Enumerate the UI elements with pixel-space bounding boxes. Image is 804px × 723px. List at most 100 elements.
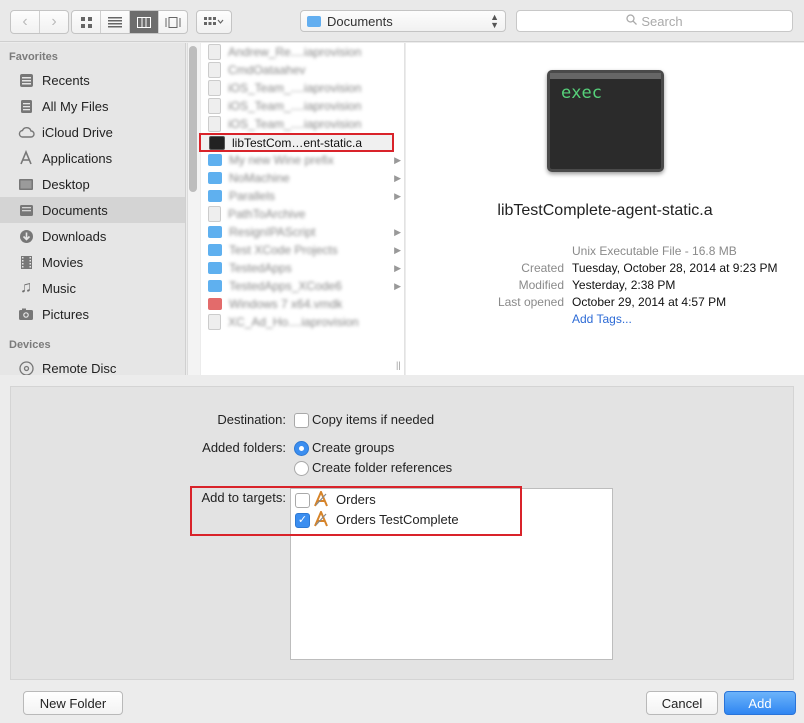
search-field[interactable]: Search xyxy=(516,10,793,32)
sidebar-item-label: iCloud Drive xyxy=(42,124,113,140)
nav-buttons: ‹ › xyxy=(10,10,69,34)
last-opened-label: Last opened xyxy=(497,295,564,309)
sidebar-item-label: Desktop xyxy=(42,176,90,192)
documents-icon xyxy=(17,202,35,218)
chevron-right-icon: › xyxy=(51,13,57,30)
desktop-icon xyxy=(17,176,35,192)
column-view-button[interactable] xyxy=(130,11,159,33)
sidebar-item-all-my-files[interactable]: All My Files xyxy=(0,93,185,119)
copy-items-checkbox[interactable] xyxy=(294,413,309,428)
targets-highlight-box xyxy=(190,486,522,536)
create-groups-label: Create groups xyxy=(312,440,395,455)
exec-file-icon: exec xyxy=(547,70,664,172)
column-resize-handle[interactable]: || xyxy=(396,360,401,370)
file-row[interactable]: Parallels ▶ xyxy=(201,187,401,205)
devices-heading: Devices xyxy=(9,339,51,351)
chevron-right-icon: ▶ xyxy=(394,154,401,165)
chevron-left-icon: ‹ xyxy=(22,13,28,30)
document-icon xyxy=(208,206,221,222)
new-folder-button[interactable]: New Folder xyxy=(23,691,123,715)
sidebar-item-label: Remote Disc xyxy=(42,360,117,376)
downloads-icon xyxy=(17,228,35,244)
file-row[interactable]: Test XCode Projects ▶ xyxy=(201,241,401,259)
sidebar-item-label: Applications xyxy=(42,150,113,166)
back-button[interactable]: ‹ xyxy=(11,11,40,33)
sidebar-item-label: Music xyxy=(42,280,76,296)
preview-file-name: libTestComplete-agent-static.a xyxy=(497,202,713,219)
sidebar-item-music[interactable]: ♫ Music xyxy=(0,275,185,301)
icon-view-icon xyxy=(80,16,92,28)
sidebar-item-applications[interactable]: Applications xyxy=(0,145,185,171)
sidebar-item-recents[interactable]: Recents xyxy=(0,67,185,93)
sidebar-item-label: Movies xyxy=(42,254,84,270)
terminal-icon xyxy=(209,135,225,150)
movies-icon xyxy=(17,254,35,270)
forward-button[interactable]: › xyxy=(40,11,68,33)
cancel-button[interactable]: Cancel xyxy=(646,691,718,715)
file-row[interactable]: Andrew_Re....iaprovision xyxy=(201,43,391,61)
chevron-right-icon: ▶ xyxy=(394,280,401,291)
file-row[interactable]: Windows 7 x64.vmdk xyxy=(201,295,391,313)
music-icon: ♫ xyxy=(20,279,32,296)
coverflow-view-icon xyxy=(165,16,181,28)
sidebar-item-label: Documents xyxy=(42,202,108,218)
add-tags-link[interactable]: Add Tags... xyxy=(572,312,632,326)
copy-items-label: Copy items if needed xyxy=(312,412,435,427)
document-icon xyxy=(208,62,221,78)
view-mode-buttons xyxy=(71,10,188,34)
file-row[interactable]: PathToArchive xyxy=(201,205,391,223)
sidebar-item-icloud-drive[interactable]: iCloud Drive xyxy=(0,119,185,145)
arrange-button[interactable] xyxy=(196,10,232,34)
sidebar-item-documents[interactable]: Documents xyxy=(0,197,185,223)
coverflow-view-button[interactable] xyxy=(159,11,187,33)
location-label: Documents xyxy=(327,13,393,29)
sidebar-item-desktop[interactable]: Desktop xyxy=(0,171,185,197)
list-view-icon xyxy=(108,16,122,27)
created-value: Tuesday, October 28, 2014 at 9:23 PM xyxy=(572,261,778,275)
folder-icon xyxy=(208,280,222,292)
file-name: libTestCom…ent-static.a xyxy=(232,135,363,150)
file-row[interactable]: My new Wine prefix ▶ xyxy=(201,151,401,169)
clock-icon xyxy=(17,72,35,88)
icon-view-button[interactable] xyxy=(72,11,101,33)
file-row[interactable]: iOS_Team_....iaprovision xyxy=(201,79,391,97)
folder-icon xyxy=(208,262,222,274)
icon-titlebar xyxy=(550,73,661,79)
file-row[interactable]: iOS_Team_....iaprovision xyxy=(201,115,391,133)
selected-file-row[interactable]: libTestCom…ent-static.a xyxy=(199,133,394,152)
sidebar-item-downloads[interactable]: Downloads xyxy=(0,223,185,249)
pictures-icon xyxy=(17,306,35,322)
file-row[interactable]: TestedApps ▶ xyxy=(201,259,401,277)
files-icon xyxy=(17,98,35,114)
document-icon xyxy=(208,44,221,60)
file-row[interactable]: TestedApps_XCode6 ▶ xyxy=(201,277,401,295)
added-folders-label: Added folders: xyxy=(202,440,286,455)
disc-icon xyxy=(17,360,35,375)
chevron-right-icon: ▶ xyxy=(394,172,401,183)
create-folder-references-label: Create folder references xyxy=(312,460,453,475)
updown-chevron-icon: ▲ ▼ xyxy=(490,12,499,30)
create-folder-references-radio[interactable] xyxy=(294,461,309,476)
disk-image-icon xyxy=(208,298,222,310)
file-row[interactable]: CmdOataahev xyxy=(201,61,391,79)
create-groups-radio[interactable] xyxy=(294,441,309,456)
sidebar-item-label: Pictures xyxy=(42,306,89,322)
created-label: Created xyxy=(521,261,564,275)
file-row[interactable]: ResignIPAScript ▶ xyxy=(201,223,401,241)
sidebar-item-remote-disc[interactable]: Remote Disc xyxy=(0,355,185,375)
file-row[interactable]: NoMachine ▶ xyxy=(201,169,401,187)
add-button[interactable]: Add xyxy=(724,691,796,715)
sidebar-item-pictures[interactable]: Pictures xyxy=(0,301,185,327)
file-row[interactable]: XC_Ad_Ho....iaprovision xyxy=(201,313,391,331)
last-opened-value: October 29, 2014 at 4:57 PM xyxy=(572,295,727,309)
arrange-grid-icon xyxy=(197,11,231,33)
sidebar-scroll-thumb[interactable] xyxy=(189,46,197,192)
preview-kind: Unix Executable File - 16.8 MB xyxy=(572,244,737,258)
file-row[interactable]: iOS_Team_....iaprovision xyxy=(201,97,391,115)
sidebar-item-label: Downloads xyxy=(42,228,107,244)
location-popup[interactable]: Documents ▲ ▼ xyxy=(300,10,506,32)
destination-label: Destination: xyxy=(217,412,286,427)
folder-icon xyxy=(208,190,222,202)
list-view-button[interactable] xyxy=(101,11,130,33)
sidebar-item-movies[interactable]: Movies xyxy=(0,249,185,275)
